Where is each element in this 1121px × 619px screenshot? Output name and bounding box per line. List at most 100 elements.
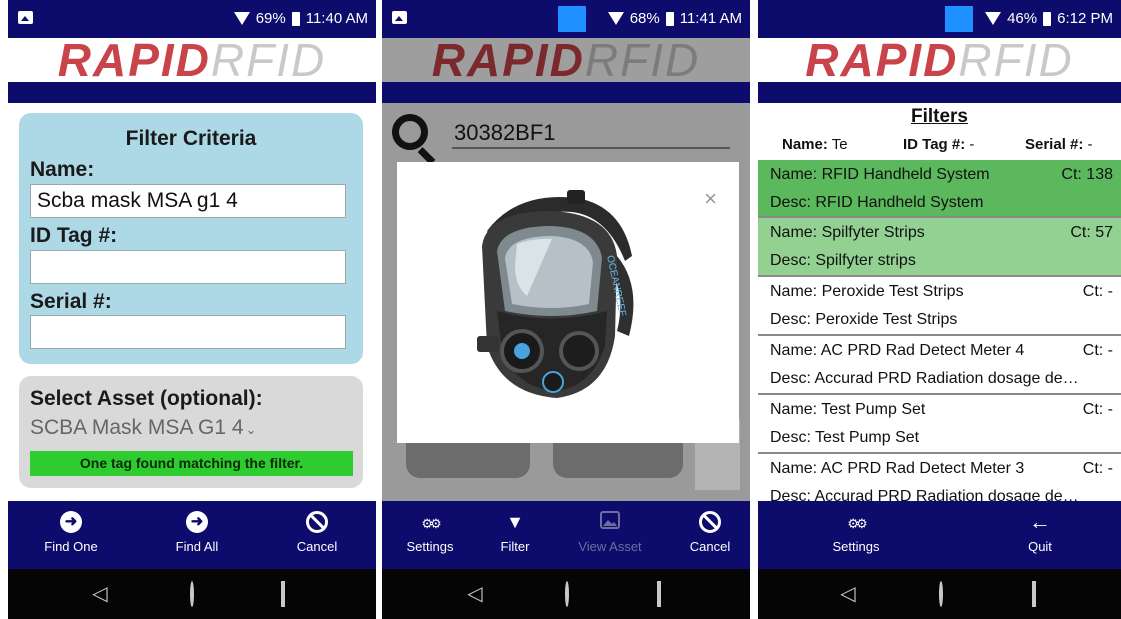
- item-name: Name: RFID Handheld System: [770, 166, 990, 183]
- serial-input[interactable]: [30, 315, 346, 349]
- logo-rfid: RFID: [210, 34, 327, 86]
- item-desc: Desc: RFID Handheld System: [770, 194, 984, 211]
- home-icon: [190, 581, 194, 607]
- settings-button[interactable]: ⚙⚙ Settings: [811, 511, 901, 554]
- bottom-action-bar: ⚙⚙ Settings ▼ Filter View Asset Cancel: [382, 501, 750, 569]
- header-band: [8, 82, 376, 103]
- chevron-down-icon: ⌄: [245, 422, 257, 437]
- list-item[interactable]: Name: RFID Handheld System Ct: 138 Desc:…: [758, 160, 1121, 218]
- asset-list[interactable]: Name: RFID Handheld System Ct: 138 Desc:…: [758, 160, 1121, 501]
- bottom-action-bar: ⚙⚙ Settings ← Quit: [758, 501, 1121, 569]
- name-input[interactable]: [30, 184, 346, 218]
- cancel-button[interactable]: Cancel: [272, 511, 362, 554]
- logo-rapid: RAPID: [805, 34, 959, 86]
- phone-screen-view-asset: 68% 11:41 AM RAPIDRFID 30382BF1 × OCEANR…: [382, 0, 750, 619]
- criteria-serial: Serial #: -: [1025, 136, 1093, 153]
- id-tag-label: ID Tag #:: [30, 224, 118, 247]
- back-nav-button[interactable]: ◁: [460, 583, 490, 605]
- criteria-id-tag-label: ID Tag #:: [903, 136, 966, 153]
- filter-criteria-title: Filter Criteria: [125, 127, 257, 150]
- recents-nav-button[interactable]: [1019, 581, 1049, 607]
- back-nav-button[interactable]: ◁: [85, 583, 115, 605]
- cancel-label: Cancel: [689, 539, 731, 554]
- home-nav-button[interactable]: [926, 581, 956, 607]
- battery-icon: [1043, 11, 1052, 26]
- criteria-serial-value: -: [1087, 136, 1093, 153]
- criteria-serial-label: Serial #:: [1025, 136, 1084, 153]
- item-desc: Desc: Accurad PRD Radiation dosage de…: [770, 370, 1079, 387]
- select-asset-label: Select Asset (optional):: [30, 387, 263, 410]
- item-name: Name: Test Pump Set: [770, 401, 926, 418]
- gears-icon: ⚙⚙: [421, 516, 441, 531]
- serial-label: Serial #:: [30, 290, 112, 313]
- battery-icon: [291, 11, 300, 26]
- battery-percent: 69%: [255, 10, 286, 27]
- item-count: Ct: 57: [1070, 224, 1113, 241]
- settings-button[interactable]: ⚙⚙ Settings: [385, 511, 475, 554]
- status-indicator: [558, 6, 586, 32]
- view-asset-button[interactable]: View Asset: [565, 511, 655, 554]
- find-all-button[interactable]: ➜ Find All: [152, 511, 242, 554]
- item-desc: Desc: Test Pump Set: [770, 429, 920, 446]
- status-bar: 68% 11:41 AM: [382, 0, 750, 38]
- name-label: Name:: [30, 158, 95, 181]
- item-count: Ct: -: [1082, 283, 1113, 300]
- clock: 11:41 AM: [679, 10, 742, 27]
- clock: 11:40 AM: [305, 10, 368, 27]
- phone-screen-filter-criteria: 69% 11:40 AM RAPIDRFID Filter Criteria N…: [8, 0, 376, 619]
- asset-select[interactable]: SCBA Mask MSA G1 4 ⌄: [30, 416, 257, 440]
- filter-button[interactable]: ▼ Filter: [470, 511, 560, 554]
- item-count: Ct: -: [1082, 342, 1113, 359]
- android-nav-bar: ◁: [8, 569, 376, 619]
- phone-screen-filters-list: 46% 6:12 PM RAPIDRFID Filters Name: Te I…: [758, 0, 1121, 619]
- criteria-name-value: Te: [831, 136, 848, 153]
- quit-button[interactable]: ← Quit: [995, 511, 1085, 555]
- quit-label: Quit: [1028, 539, 1052, 554]
- criteria-id-tag: ID Tag #: -: [903, 136, 974, 153]
- item-name: Name: Spilfyter Strips: [770, 224, 925, 241]
- logo-rapid: RAPID: [57, 34, 211, 86]
- android-nav-bar: ◁: [758, 569, 1121, 619]
- close-icon[interactable]: ×: [704, 188, 717, 210]
- bottom-action-bar: ➜ Find One ➜ Find All Cancel: [8, 501, 376, 569]
- criteria-name-label: Name:: [782, 136, 828, 153]
- criteria-id-tag-value: -: [969, 136, 975, 153]
- cancel-button[interactable]: Cancel: [665, 511, 750, 554]
- back-nav-button[interactable]: ◁: [833, 583, 863, 605]
- logo-rfid: RFID: [958, 34, 1074, 86]
- home-nav-button[interactable]: [552, 581, 582, 607]
- list-item[interactable]: Name: AC PRD Rad Detect Meter 3 Ct: - De…: [758, 454, 1121, 501]
- list-item[interactable]: Name: AC PRD Rad Detect Meter 4 Ct: - De…: [758, 336, 1121, 395]
- search-icon[interactable]: [392, 114, 428, 150]
- app-logo: RAPIDRFID: [8, 37, 376, 83]
- filters-title: Filters: [910, 106, 969, 127]
- item-name: Name: AC PRD Rad Detect Meter 3: [770, 460, 1025, 477]
- clock: 6:12 PM: [1057, 10, 1113, 27]
- select-asset-panel: Select Asset (optional): SCBA Mask MSA G…: [19, 376, 363, 488]
- id-tag-input[interactable]: [30, 250, 346, 284]
- recents-nav-button[interactable]: [644, 581, 674, 607]
- item-desc: Desc: Peroxide Test Strips: [770, 311, 958, 328]
- status-right: 68% 11:41 AM: [607, 10, 742, 27]
- battery-percent: 68%: [629, 10, 660, 27]
- home-nav-button[interactable]: [177, 581, 207, 607]
- status-bar: 69% 11:40 AM: [8, 0, 376, 38]
- battery-icon: [665, 11, 674, 26]
- view-asset-label: View Asset: [578, 539, 642, 554]
- home-icon: [939, 581, 943, 607]
- battery-percent: 46%: [1007, 10, 1038, 27]
- wifi-icon: [985, 12, 1002, 25]
- search-input[interactable]: 30382BF1: [454, 120, 556, 146]
- list-item[interactable]: Name: Test Pump Set Ct: - Desc: Test Pum…: [758, 395, 1121, 454]
- ban-icon: [306, 511, 328, 533]
- status-right: 69% 11:40 AM: [233, 10, 368, 27]
- full-face-mask-image: OCEANREEF: [477, 190, 634, 398]
- list-item[interactable]: Name: Spilfyter Strips Ct: 57 Desc: Spil…: [758, 218, 1121, 277]
- list-item[interactable]: Name: Peroxide Test Strips Ct: - Desc: P…: [758, 277, 1121, 336]
- find-one-button[interactable]: ➜ Find One: [26, 511, 116, 554]
- recents-icon: [281, 581, 285, 607]
- wifi-icon: [607, 12, 624, 25]
- image-notification-icon: [392, 11, 407, 24]
- recents-nav-button[interactable]: [268, 581, 298, 607]
- cancel-label: Cancel: [296, 539, 338, 554]
